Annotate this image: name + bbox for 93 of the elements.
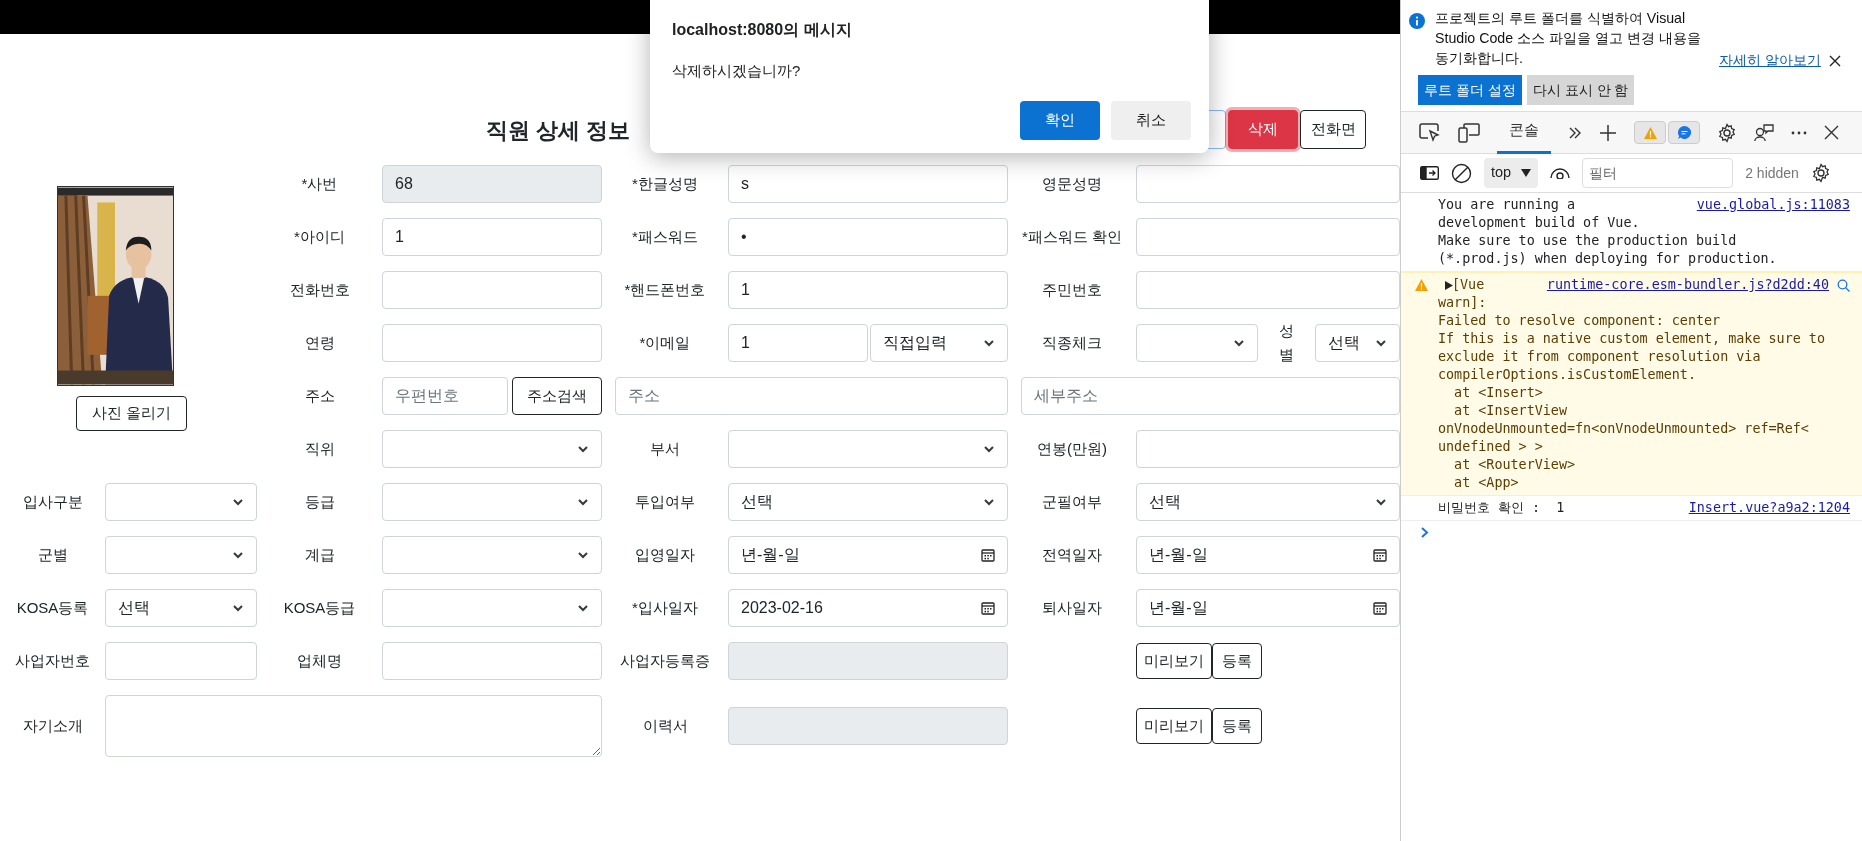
source-link[interactable]: Insert.vue?a9a2:1204 (1688, 499, 1850, 517)
console-line: compilerOptions.isCustomElement. (1438, 366, 1696, 384)
console-line: warn]: (1438, 294, 1487, 312)
dont-show-again-button[interactable]: 다시 표시 안 함 (1526, 75, 1635, 105)
console-line: development build of Vue. (1438, 214, 1640, 232)
text-field[interactable]: • (728, 218, 1008, 256)
console-line: Make sure to use the production build (1438, 232, 1737, 250)
field-label: 사업자번호 (14, 650, 91, 671)
text-field[interactable]: s (728, 165, 1008, 203)
preview-button[interactable]: 미리보기 (1136, 643, 1212, 679)
console-line: at <Insert> (1453, 384, 1543, 402)
text-field[interactable]: 1 (728, 271, 1008, 309)
field-label: 퇴사일자 (1041, 597, 1103, 618)
field-label: 성별 (1279, 321, 1294, 365)
address-search-button[interactable]: 주소검색 (512, 377, 602, 415)
console-line: 비밀번호 확인 : 1 (1438, 499, 1565, 517)
field-label: *핸드폰번호 (623, 279, 707, 300)
register-button[interactable]: 등록 (1212, 708, 1262, 744)
field-label: 전화번호 (288, 279, 351, 300)
delete-button[interactable]: 삭제 (1228, 110, 1298, 149)
field-label: 부서 (649, 438, 681, 459)
field-label: 연령 (303, 332, 336, 353)
console-line: onVnodeUnmounted=fn<onVnodeUnmounted> ref=Ref< (1438, 420, 1809, 438)
field-label: 군필여부 (1041, 491, 1103, 512)
field-label: 이력서 (641, 715, 689, 736)
console-line: [Vue (1452, 276, 1485, 294)
filter-field[interactable]: 필터 (1582, 158, 1734, 188)
field-label: 입영일자 (634, 544, 696, 565)
console-line: at <App> (1453, 474, 1519, 492)
set-root-folder-button[interactable]: 루트 폴더 설정 (1418, 75, 1522, 105)
date-field[interactable]: 년-월-일 (1136, 536, 1400, 574)
cancel-button[interactable]: 취소 (1111, 100, 1191, 140)
console-line: exclude it from component resolution via (1438, 348, 1761, 366)
preview-button[interactable]: 미리보기 (1136, 708, 1212, 744)
field-label: 주민번호 (1041, 279, 1103, 300)
console-line: at <RouterView> (1453, 456, 1576, 474)
upload-photo-button[interactable]: 사진 올리기 (76, 396, 187, 431)
source-link[interactable]: runtime-core.esm-bundler.js?d2dd:40 (1546, 276, 1829, 294)
console-line: (*.prod.js) when deploying for production. (1438, 250, 1777, 268)
notice-text: 프로젝트의 루트 폴더를 식별하여 Visual Studio Code 소스 파일을 열고 변경 내용을 동기화합니다. (1435, 9, 1702, 68)
console-tab[interactable]: 콘솔 (1497, 111, 1551, 154)
console-line: undefined > > (1438, 438, 1543, 456)
console-line: If this is a native custom element, make sure to (1438, 330, 1825, 348)
field-label: 주소 (303, 385, 336, 406)
detail-address-field[interactable]: 세부주소 (1021, 377, 1400, 415)
email-field[interactable]: 1 (728, 324, 868, 362)
select-field[interactable]: 선택 (1136, 483, 1400, 521)
learn-more-link[interactable]: 자세히 알아보기 (1719, 50, 1821, 71)
field-label: KOSA등록 (15, 597, 90, 618)
field-label: 직위 (303, 438, 336, 459)
field-label: 업체명 (296, 650, 343, 671)
date-field[interactable]: 년-월-일 (1136, 589, 1400, 627)
context-select[interactable]: top (1484, 158, 1539, 188)
console-line: at <InsertView (1453, 402, 1567, 420)
hidden-count: 2 hidden (1745, 163, 1799, 183)
field-label: *패스워드 확인 (1021, 226, 1123, 247)
field-label: 연봉(만원) (1036, 438, 1108, 459)
field-label: KOSA등급 (282, 597, 357, 618)
select-field[interactable]: 선택 (728, 483, 1008, 521)
date-field[interactable]: 년-월-일 (728, 536, 1008, 574)
text-field[interactable]: 1 (382, 218, 602, 256)
gender-select[interactable]: 선택 (1315, 324, 1400, 362)
field-label: 전역일자 (1041, 544, 1103, 565)
field-label: *아이디 (293, 226, 346, 247)
field-label: *패스워드 (631, 226, 699, 247)
field-label: 투입여부 (634, 491, 696, 512)
field-label: 군별 (36, 544, 69, 565)
field-label: *사번 (300, 173, 339, 194)
field-label: *입사일자 (631, 597, 699, 618)
dialog-message: 삭제하시겠습니까? (672, 61, 802, 81)
date-field[interactable]: 2023-02-16 (728, 589, 1008, 627)
field-label: *한글성명 (631, 173, 699, 194)
field-label: 직종체크 (1041, 332, 1103, 353)
field-label: 영문성명 (1041, 173, 1103, 194)
field-label: 입사구분 (21, 491, 84, 512)
source-link[interactable]: vue.global.js:11083 (1696, 196, 1850, 214)
field-label: 자기소개 (21, 715, 84, 736)
console-line: Failed to resolve component: center (1438, 312, 1721, 330)
register-button[interactable]: 등록 (1212, 643, 1262, 679)
select-field[interactable]: 선택 (105, 589, 257, 627)
field-label: *이메일 (638, 332, 692, 353)
console-line: You are running a (1438, 196, 1576, 214)
postcode-field[interactable]: 우편번호 (382, 377, 508, 415)
field-label: 사업자등록증 (619, 650, 711, 671)
readonly-field[interactable]: 68 (382, 165, 602, 203)
field-label: 등급 (303, 491, 336, 512)
field-label: 계급 (303, 544, 336, 565)
dialog-title: localhost:8080의 메시지 (672, 20, 853, 40)
address-field[interactable]: 주소 (615, 377, 1008, 415)
domain-select[interactable]: 직접입력 (870, 324, 1008, 362)
back-button[interactable]: 전화면 (1300, 110, 1366, 149)
ok-button[interactable]: 확인 (1020, 100, 1100, 140)
page-title: 직원 상세 정보 (486, 117, 631, 145)
